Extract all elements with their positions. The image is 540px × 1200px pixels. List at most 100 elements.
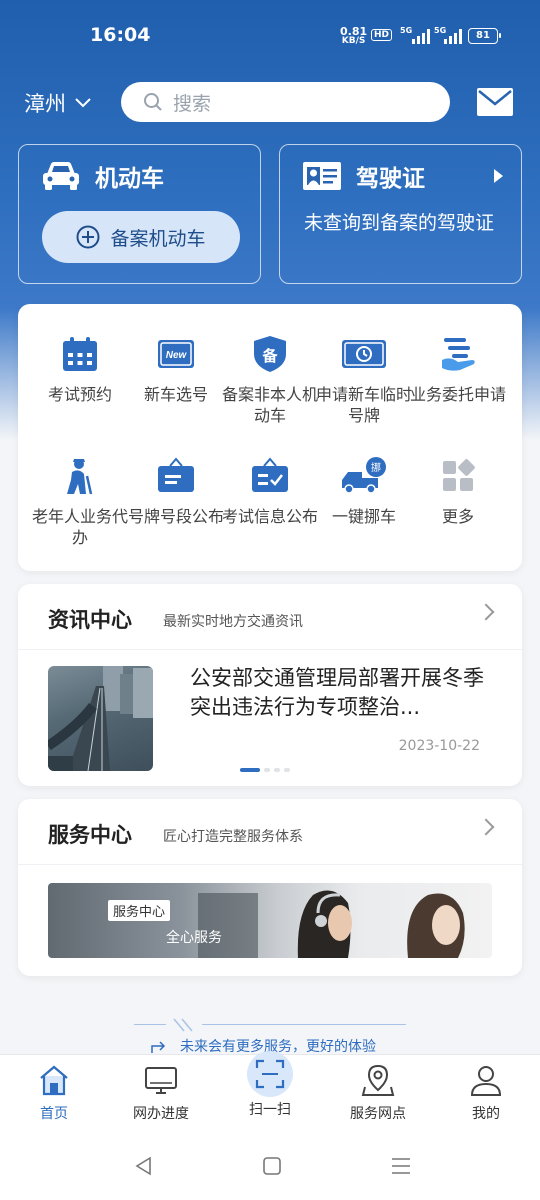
register-vehicle-label: 备案机动车 bbox=[110, 227, 206, 250]
signal-bars-1-icon bbox=[412, 28, 430, 44]
service-label: 更多 bbox=[441, 507, 474, 526]
exam-board-icon bbox=[252, 457, 288, 492]
network-speed: 0.81 KB/S bbox=[340, 26, 367, 46]
location-icon bbox=[361, 1064, 395, 1096]
news-item-title: 公安部交通管理局部署开展冬季突出违法行为专项整治... bbox=[190, 666, 484, 719]
news-header[interactable]: 资讯中心 最新实时地方交通资讯 bbox=[18, 584, 522, 650]
arrow-out-icon bbox=[151, 1041, 166, 1053]
news-item-date: 2023-10-22 bbox=[398, 738, 480, 754]
status-bar: 16:04 0.81 KB/S HD 5G 5G 81 bbox=[0, 0, 540, 70]
tab-scan[interactable]: 扫一扫 bbox=[220, 1051, 320, 1119]
search-placeholder: 搜索 bbox=[173, 92, 212, 115]
service-elderly[interactable]: 老年人业务代办 bbox=[32, 456, 128, 548]
chevron-right-icon bbox=[477, 818, 495, 836]
service-plate-range[interactable]: 号牌号段公布 bbox=[128, 456, 224, 527]
highway-image bbox=[48, 666, 153, 771]
temp-plate-icon bbox=[342, 340, 386, 368]
elderly-icon bbox=[67, 459, 93, 495]
back-icon[interactable] bbox=[134, 1156, 154, 1176]
services-grid: 考试预约 New 新车选号 备 备案非本人机动车 申请新车临时号牌 业务委托申请… bbox=[18, 304, 522, 571]
service-label: 业务委托申请 bbox=[410, 385, 507, 404]
bottom-tab-bar: 首页 网办进度 扫一扫 服务网点 我的 bbox=[0, 1051, 540, 1140]
svg-text:New: New bbox=[166, 350, 188, 361]
tab-label: 服务网点 bbox=[350, 1106, 406, 1122]
license-card-header: 驾驶证 bbox=[302, 159, 425, 193]
news-section: 资讯中心 最新实时地方交通资讯 公安部交通管理局部署开展冬季突出违法行为专项整治… bbox=[18, 584, 522, 786]
menu-icon[interactable] bbox=[390, 1156, 412, 1176]
news-title: 资讯中心 bbox=[48, 608, 132, 632]
city-name: 漳州 bbox=[24, 92, 66, 116]
tab-service-points[interactable]: 服务网点 bbox=[328, 1063, 428, 1123]
carousel-indicator bbox=[240, 768, 290, 772]
mail-icon[interactable] bbox=[477, 88, 513, 116]
plus-circle-icon bbox=[76, 225, 100, 249]
service-more[interactable]: 更多 bbox=[410, 456, 506, 527]
battery-icon: 81 bbox=[468, 28, 501, 44]
service-exam-info[interactable]: 考试信息公布 bbox=[222, 456, 318, 527]
service-label: 考试预约 bbox=[47, 385, 112, 404]
service-label: 备案非本人机动车 bbox=[222, 385, 319, 425]
tab-profile[interactable]: 我的 bbox=[436, 1063, 536, 1123]
service-register-others-vehicle[interactable]: 备 备案非本人机动车 bbox=[222, 334, 318, 426]
service-center-banner[interactable]: 服务中心 全心服务 bbox=[48, 883, 492, 958]
system-nav-bar bbox=[0, 1140, 540, 1200]
slash-decoration-icon bbox=[173, 1018, 193, 1032]
service-delegate[interactable]: 业务委托申请 bbox=[410, 334, 506, 405]
service-new-plate[interactable]: New 新车选号 bbox=[128, 334, 224, 405]
notice-board-icon bbox=[158, 457, 194, 492]
more-grid-icon bbox=[443, 459, 475, 491]
register-vehicle-button[interactable]: 备案机动车 bbox=[42, 211, 240, 263]
tow-truck-icon: 挪 bbox=[342, 457, 386, 494]
city-selector[interactable]: 漳州 bbox=[24, 88, 92, 118]
search-icon bbox=[144, 93, 162, 111]
monitor-icon bbox=[145, 1067, 177, 1094]
tab-label: 网办进度 bbox=[133, 1106, 189, 1122]
service-center-header[interactable]: 服务中心 匠心打造完整服务体系 bbox=[18, 799, 522, 865]
vehicle-card-title: 机动车 bbox=[95, 166, 164, 192]
new-plate-icon: New bbox=[158, 340, 194, 368]
tab-label: 首页 bbox=[40, 1106, 68, 1122]
id-card-icon bbox=[303, 162, 341, 190]
service-label: 新车选号 bbox=[143, 385, 208, 404]
license-card-message: 未查询到备案的驾驶证 bbox=[304, 212, 495, 234]
tab-home[interactable]: 首页 bbox=[4, 1063, 104, 1123]
license-card-title: 驾驶证 bbox=[356, 166, 425, 192]
banner-tag: 服务中心 bbox=[108, 900, 171, 921]
banner-subtitle: 全心服务 bbox=[166, 930, 222, 946]
service-center-title: 服务中心 bbox=[48, 823, 132, 847]
footer-note: 未来会有更多服务，更好的体验 bbox=[0, 1014, 540, 1055]
calendar-icon bbox=[63, 337, 97, 371]
network-speed-unit: KB/S bbox=[341, 36, 366, 46]
news-thumbnail bbox=[48, 666, 153, 771]
status-time: 16:04 bbox=[90, 24, 151, 46]
signal-bars-2-icon bbox=[444, 28, 462, 44]
service-label: 号牌号段公布 bbox=[128, 507, 225, 526]
service-move-car[interactable]: 挪 一键挪车 bbox=[316, 456, 412, 527]
service-exam-booking[interactable]: 考试预约 bbox=[32, 334, 128, 405]
divider bbox=[202, 1024, 406, 1025]
service-center-subtitle: 匠心打造完整服务体系 bbox=[163, 829, 303, 845]
home-square-icon[interactable] bbox=[262, 1156, 282, 1176]
delegate-hand-icon bbox=[442, 338, 475, 371]
license-card[interactable]: 驾驶证 未查询到备案的驾驶证 bbox=[279, 144, 522, 284]
triangle-right-icon bbox=[494, 169, 503, 183]
vehicle-card[interactable]: 机动车 备案机动车 bbox=[18, 144, 261, 284]
hd-badge: HD bbox=[371, 29, 393, 41]
chevron-right-icon bbox=[477, 603, 495, 621]
svg-text:备: 备 bbox=[261, 347, 278, 365]
tab-progress[interactable]: 网办进度 bbox=[111, 1063, 211, 1123]
user-icon bbox=[470, 1066, 502, 1096]
service-label: 考试信息公布 bbox=[222, 507, 319, 526]
network-type-1: 5G bbox=[400, 26, 413, 35]
shield-icon: 备 bbox=[254, 336, 286, 372]
search-input[interactable]: 搜索 bbox=[121, 82, 450, 122]
vehicle-card-header: 机动车 bbox=[41, 159, 164, 193]
home-icon bbox=[40, 1065, 68, 1096]
service-label: 申请新车临时号牌 bbox=[316, 385, 413, 425]
service-center-section: 服务中心 匠心打造完整服务体系 服务中心 全心服务 bbox=[18, 799, 522, 976]
tab-label: 扫一扫 bbox=[249, 1102, 291, 1118]
scan-icon bbox=[255, 1059, 285, 1089]
service-temp-plate[interactable]: 申请新车临时号牌 bbox=[316, 334, 412, 426]
svg-text:挪: 挪 bbox=[371, 461, 381, 474]
tab-label: 我的 bbox=[472, 1106, 500, 1122]
